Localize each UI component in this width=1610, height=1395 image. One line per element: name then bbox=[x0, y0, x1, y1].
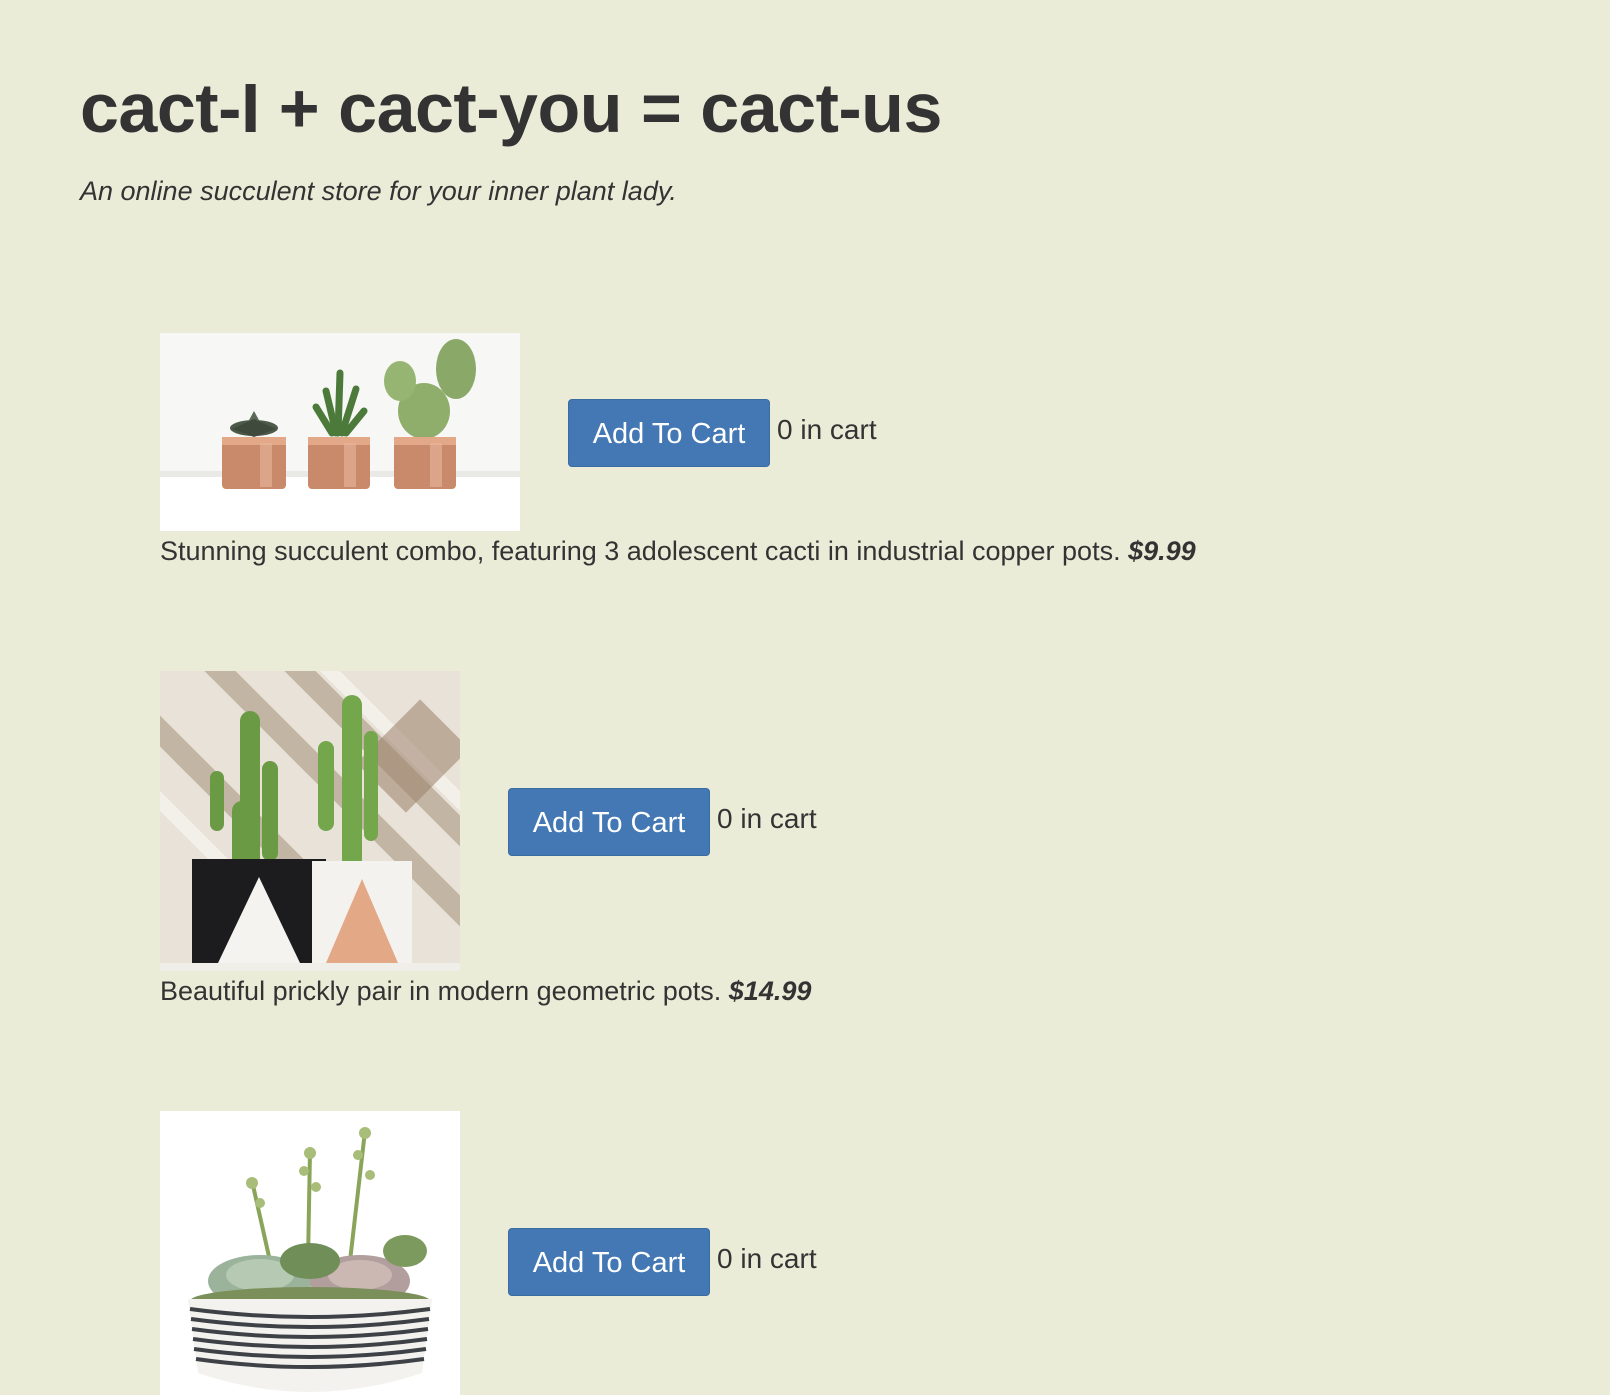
product-image-succulent-bowl bbox=[160, 1111, 460, 1395]
product-image-copper-pots bbox=[160, 333, 520, 531]
cart-count-product-3: 0 in cart bbox=[717, 1243, 817, 1274]
store-page: cact-I + cact-you = cact-us An online su… bbox=[0, 0, 1610, 1395]
product-description-1: Stunning succulent combo, featuring 3 ad… bbox=[160, 536, 1196, 567]
add-to-cart-button-product-2[interactable]: Add To Cart bbox=[508, 788, 710, 856]
product-photo-succulent-bowl bbox=[160, 1111, 460, 1395]
description-text: Stunning succulent combo, featuring 3 ad… bbox=[160, 536, 1121, 566]
add-to-cart-button-product-3[interactable]: Add To Cart bbox=[508, 1228, 710, 1296]
cart-count-product-1: 0 in cart bbox=[777, 414, 877, 445]
product-photo-copper-pots bbox=[160, 333, 520, 531]
product-price: $14.99 bbox=[728, 976, 812, 1006]
description-text: Beautiful prickly pair in modern geometr… bbox=[160, 976, 722, 1006]
page-title: cact-I + cact-you = cact-us bbox=[80, 69, 942, 147]
product-price: $9.99 bbox=[1128, 536, 1196, 566]
page-subtitle: An online succulent store for your inner… bbox=[80, 176, 677, 206]
product-image-geometric-pots bbox=[160, 671, 460, 971]
add-to-cart-button-product-1[interactable]: Add To Cart bbox=[568, 399, 770, 467]
product-photo-geometric-pots bbox=[160, 671, 460, 971]
product-description-2: Beautiful prickly pair in modern geometr… bbox=[160, 976, 811, 1007]
cart-count-product-2: 0 in cart bbox=[717, 803, 817, 834]
